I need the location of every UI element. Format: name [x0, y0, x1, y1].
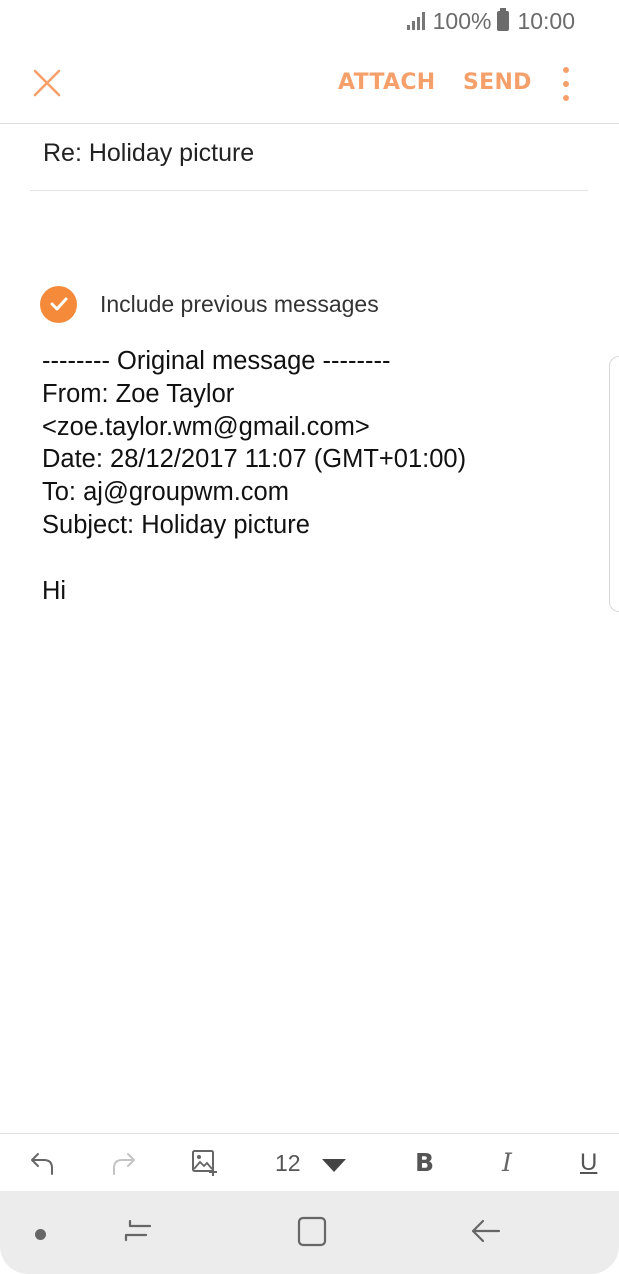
battery-icon — [497, 8, 510, 31]
signal-icon — [406, 12, 425, 30]
body-line: -------- Original message -------- — [42, 347, 391, 375]
clock: 10:00 — [517, 7, 575, 34]
include-previous-label: Include previous messages — [100, 290, 379, 317]
body-line: Hi — [42, 576, 67, 605]
more-vert-icon[interactable] — [556, 67, 576, 101]
action-bar: ATTACH SEND — [0, 42, 619, 124]
body-line: Subject: Holiday picture — [42, 510, 310, 539]
format-toolbar: 12 B I U — [0, 1133, 619, 1191]
subject-field[interactable]: Re: Holiday picture — [30, 126, 588, 191]
insert-image-icon[interactable] — [191, 1148, 219, 1178]
body-line: To: aj@groupwm.com — [42, 478, 289, 507]
italic-button[interactable]: I — [502, 1148, 512, 1178]
font-size-value[interactable]: 12 — [275, 1148, 301, 1178]
navigation-bar — [0, 1191, 619, 1274]
battery-percent: 100% — [432, 7, 492, 34]
status-bar: 100% 10:00 — [0, 0, 619, 42]
nav-dot-icon[interactable] — [35, 1229, 46, 1240]
email-compose-screen: 100% 10:00 ATTACH SEND Re: Holiday pictu… — [0, 0, 619, 1274]
redo-icon[interactable] — [110, 1148, 138, 1178]
body-line — [42, 542, 582, 575]
underline-button[interactable]: U — [580, 1148, 597, 1178]
close-icon[interactable] — [30, 66, 64, 100]
edge-panel-handle[interactable] — [609, 356, 619, 612]
undo-icon[interactable] — [28, 1148, 56, 1178]
attach-button[interactable]: ATTACH — [338, 70, 436, 95]
send-button[interactable]: SEND — [463, 70, 532, 95]
font-size-dropdown-icon[interactable] — [322, 1159, 346, 1172]
back-icon[interactable] — [469, 1215, 501, 1254]
recent-apps-icon[interactable] — [122, 1215, 154, 1254]
home-icon[interactable] — [296, 1215, 328, 1254]
body-line: <zoe.taylor.wm@gmail.com> — [42, 412, 370, 441]
bold-button[interactable]: B — [415, 1148, 434, 1178]
checkmark-icon — [40, 285, 77, 323]
include-previous-checkbox[interactable]: Include previous messages — [40, 284, 379, 324]
body-line: From: Zoe Taylor — [42, 379, 235, 408]
body-line: Date: 28/12/2017 11:07 (GMT+01:00) — [42, 445, 467, 474]
message-body[interactable]: -------- Original message -------- From:… — [42, 345, 582, 607]
